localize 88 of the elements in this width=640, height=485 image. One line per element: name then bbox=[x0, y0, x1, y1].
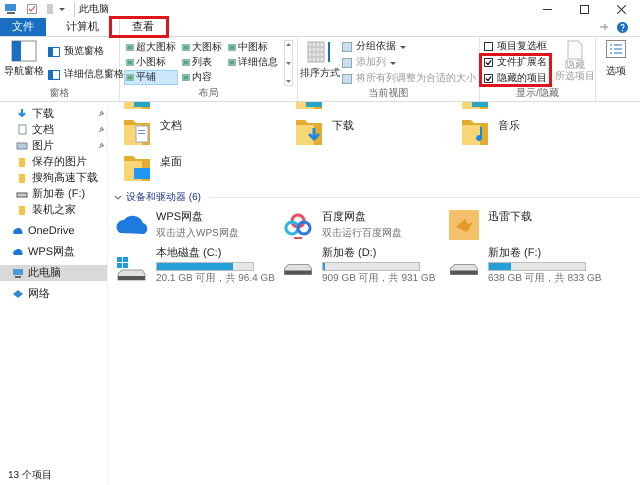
layout-option[interactable]: 详细信息 bbox=[226, 55, 280, 70]
drive-space: 638 GB 可用，共 833 GB bbox=[488, 272, 602, 286]
app-description: 双击运行百度网盘 bbox=[322, 226, 402, 240]
folder-icon bbox=[16, 204, 28, 216]
folder-icon bbox=[16, 156, 28, 168]
chevron-icon bbox=[114, 194, 122, 200]
caret-icon bbox=[400, 44, 406, 50]
sidebar-item[interactable]: 图片 bbox=[0, 138, 107, 154]
up-arrow-icon bbox=[286, 43, 291, 46]
pane-icon bbox=[11, 40, 37, 62]
caret-icon bbox=[390, 60, 396, 66]
app-description: 双击进入WPS网盘 bbox=[156, 226, 239, 240]
gallery-scroll-buttons[interactable] bbox=[284, 40, 293, 86]
drive-name[interactable]: 本地磁盘 (C:) bbox=[156, 244, 275, 262]
computer-icon bbox=[12, 267, 24, 279]
app-name[interactable]: 百度网盘 bbox=[322, 209, 402, 226]
options-button[interactable]: 选项 bbox=[600, 40, 632, 88]
cloud-icon bbox=[12, 225, 24, 237]
pane-option[interactable]: 预览窗格 bbox=[48, 44, 124, 59]
ribbon-tab[interactable]: 文件 bbox=[0, 18, 46, 36]
sidebar-item[interactable]: 此电脑 bbox=[0, 265, 107, 281]
picture-frame-icon bbox=[16, 140, 28, 152]
folder-name[interactable]: 文档 bbox=[160, 118, 182, 134]
layout-option[interactable]: 内容 bbox=[180, 70, 224, 85]
help-icon bbox=[617, 22, 628, 32]
group-label: 窗格 bbox=[48, 87, 70, 101]
down-arrow-icon bbox=[286, 62, 291, 64]
status-text: 13 个项目 bbox=[7, 469, 53, 483]
section-header[interactable]: 设备和驱动器 (6) bbox=[126, 190, 201, 205]
app-name[interactable]: 迅雷下载 bbox=[488, 209, 532, 226]
layout-option[interactable]: 列表 bbox=[180, 55, 224, 70]
ribbon-tab[interactable]: 计算机 bbox=[54, 18, 111, 36]
checkbox[interactable] bbox=[484, 58, 493, 67]
sidebar-item[interactable]: OneDrive bbox=[0, 223, 107, 239]
folder-name[interactable]: 音乐 bbox=[498, 118, 520, 134]
drive-space: 20.1 GB 可用，共 96.4 GB bbox=[156, 272, 275, 286]
folder-name[interactable]: 桌面 bbox=[160, 154, 182, 170]
layout-option[interactable]: 大图标 bbox=[180, 40, 224, 55]
network-icon bbox=[12, 288, 24, 300]
sidebar-item[interactable]: 保存的图片 bbox=[0, 154, 107, 170]
drive-space: 909 GB 可用，共 931 GB bbox=[322, 272, 436, 286]
cloud-icon bbox=[12, 246, 24, 258]
minimize-icon bbox=[543, 8, 552, 10]
layout-option[interactable]: 小图标 bbox=[124, 55, 178, 70]
sidebar-item[interactable]: WPS网盘 bbox=[0, 244, 107, 260]
close-icon bbox=[617, 4, 626, 14]
maximize-icon bbox=[580, 4, 589, 14]
download-icon bbox=[16, 108, 28, 120]
checkbox-label: 项目复选框 bbox=[497, 40, 547, 54]
checklist-icon bbox=[26, 3, 38, 15]
page-icon bbox=[567, 40, 583, 60]
checkbox-label: 隐藏的项目 bbox=[497, 72, 547, 86]
panel-icon bbox=[48, 46, 60, 56]
folder-name[interactable]: 下载 bbox=[332, 118, 354, 134]
folder-icon bbox=[294, 102, 324, 110]
computer-icon bbox=[4, 3, 18, 15]
sidebar-item[interactable]: 装机之家 bbox=[0, 202, 107, 218]
page-icon bbox=[46, 3, 54, 15]
group-label: 当前视图 bbox=[368, 87, 410, 101]
checkbox-label: 文件扩展名 bbox=[497, 56, 547, 70]
more-arrow-icon bbox=[286, 80, 291, 83]
sidebar-item[interactable]: 新加卷 (F:) bbox=[0, 186, 107, 202]
sort-button[interactable]: 排序方式 bbox=[302, 40, 338, 87]
sidebar-item[interactable]: 下载 bbox=[0, 106, 107, 122]
nav-pane-button[interactable]: 导航窗格 bbox=[4, 40, 44, 87]
sidebar-item[interactable]: 文档 bbox=[0, 122, 107, 138]
app-name[interactable]: WPS网盘 bbox=[156, 209, 239, 226]
layout-option[interactable]: 平铺 bbox=[124, 70, 178, 85]
panel-icon bbox=[48, 70, 60, 80]
folder-icon bbox=[460, 102, 490, 110]
document-icon bbox=[16, 124, 28, 136]
window-title: 此电脑 bbox=[74, 2, 109, 16]
sidebar-item[interactable]: 网络 bbox=[0, 286, 107, 302]
options-icon bbox=[606, 40, 626, 58]
folder-icon bbox=[122, 102, 152, 110]
checkbox[interactable] bbox=[484, 74, 493, 83]
sort-icon bbox=[307, 40, 333, 64]
view-option[interactable]: 分组依据 bbox=[342, 40, 476, 53]
pane-option[interactable]: 详细信息窗格 bbox=[48, 67, 124, 82]
checkbox[interactable] bbox=[484, 42, 493, 51]
group-label: 显示/隐藏 bbox=[515, 87, 560, 101]
sidebar-item[interactable]: 搜狗高速下载 bbox=[0, 170, 107, 186]
group-label: 布局 bbox=[198, 87, 220, 101]
drive-name[interactable]: 新加卷 (F:) bbox=[488, 244, 602, 262]
layout-option[interactable]: 中图标 bbox=[226, 40, 280, 55]
layout-option[interactable]: 超大图标 bbox=[124, 40, 178, 55]
drive-name[interactable]: 新加卷 (D:) bbox=[322, 244, 436, 262]
folder-icon bbox=[16, 172, 28, 184]
